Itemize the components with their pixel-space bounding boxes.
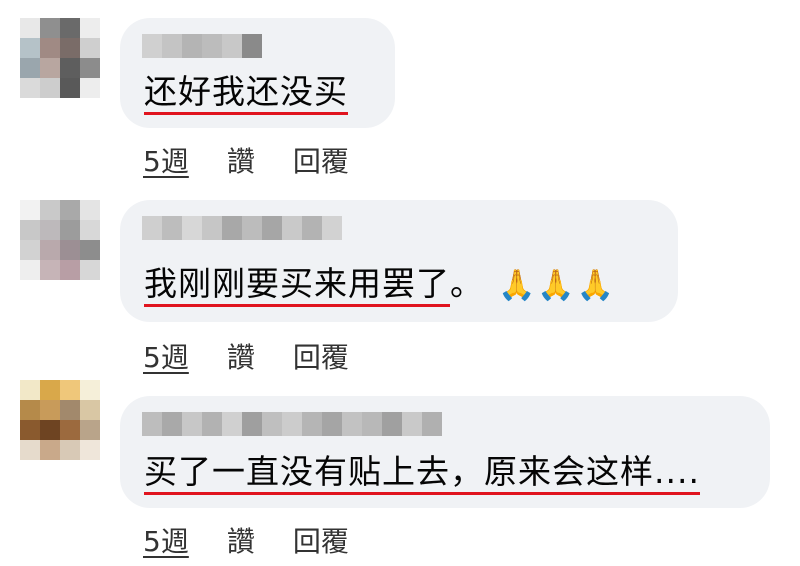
avatar-pixel: [20, 380, 40, 400]
comment-text-content: 买了一直没有贴上去，原来会这样....: [144, 452, 700, 495]
avatar-pixel: [40, 440, 60, 460]
avatar-pixel: [40, 380, 60, 400]
reply-button[interactable]: 回覆: [293, 520, 349, 560]
author-name-pixel: [162, 412, 182, 436]
author-name-pixel: [402, 412, 422, 436]
comment-text: 买了一直没有贴上去，原来会这样....: [144, 450, 700, 495]
author-name-pixel: [302, 412, 322, 436]
avatar-pixel: [20, 400, 40, 420]
author-name-pixel: [382, 412, 402, 436]
author-name-pixel: [202, 412, 222, 436]
comment-actions: 5週 讚 回覆: [143, 520, 349, 560]
author-name-pixel: [142, 412, 162, 436]
avatar-pixel: [60, 440, 80, 460]
avatar-pixel: [80, 420, 100, 440]
avatar-pixel: [80, 400, 100, 420]
avatar-pixel: [80, 440, 100, 460]
avatar-pixel: [40, 400, 60, 420]
avatar-pixel: [80, 380, 100, 400]
author-name-pixel: [342, 412, 362, 436]
avatar-pixel: [40, 420, 60, 440]
author-name-pixel: [242, 412, 262, 436]
author-name-pixel: [322, 412, 342, 436]
timestamp-link[interactable]: 5週: [143, 520, 189, 560]
comment-bubble: 买了一直没有贴上去，原来会这样....: [120, 396, 770, 508]
avatar-pixel: [60, 420, 80, 440]
author-name-pixel: [362, 412, 382, 436]
avatar-pixel: [20, 420, 40, 440]
author-name-pixel: [422, 412, 442, 436]
author-name-pixel: [222, 412, 242, 436]
avatar-pixel: [60, 380, 80, 400]
author-name-pixel: [282, 412, 302, 436]
author-name-pixel: [182, 412, 202, 436]
avatar-pixel: [20, 440, 40, 460]
avatar[interactable]: [20, 380, 100, 460]
avatar-pixel: [60, 400, 80, 420]
like-button[interactable]: 讚: [227, 520, 255, 560]
author-name-blurred[interactable]: [142, 412, 442, 436]
author-name-pixel: [262, 412, 282, 436]
comment-item-3: 买了一直没有贴上去，原来会这样.... 5週 讚 回覆: [0, 0, 800, 566]
